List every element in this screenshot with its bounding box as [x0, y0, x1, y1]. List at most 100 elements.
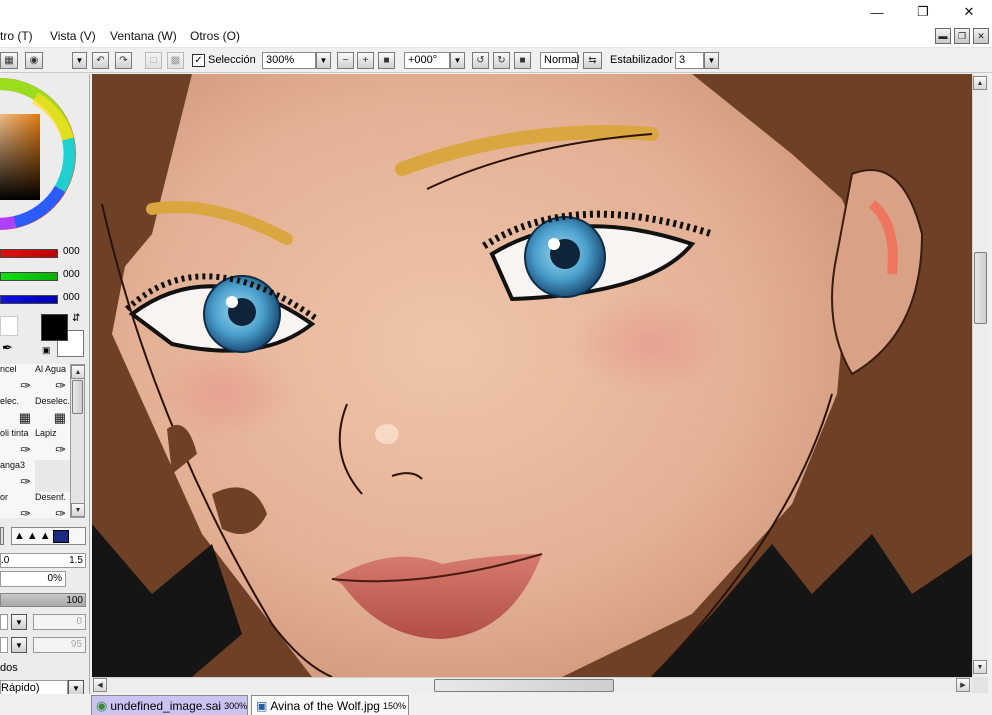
tool-scroll-thumb[interactable] — [72, 380, 83, 414]
menu-otros[interactable]: Otros (O) — [190, 29, 240, 43]
tab-zoom: 150% — [382, 700, 406, 711]
green-slider[interactable]: 000 — [0, 269, 86, 283]
selection-toggle[interactable]: ✓ Selección — [192, 52, 256, 69]
green-slider-bar[interactable] — [0, 272, 58, 281]
tool-manga-pen[interactable]: anga3 ✑ — [0, 460, 35, 492]
stabilizer-field[interactable]: 3 — [675, 52, 704, 69]
mdi-restore-button[interactable]: ❐ — [954, 28, 970, 44]
scroll-up-button[interactable]: ▲ — [71, 365, 85, 379]
redo-button[interactable]: ↷ — [115, 52, 132, 69]
reset-colors-icon[interactable]: ▣ — [42, 345, 51, 356]
option-a-dropdown[interactable]: ▼ — [11, 614, 27, 630]
tool-empty-slot[interactable] — [35, 460, 70, 492]
foreground-color-swatch[interactable] — [41, 314, 68, 341]
zoom-reset-button[interactable]: ■ — [378, 52, 395, 69]
tool-lapiz[interactable]: Lapiz ✑ — [35, 428, 70, 460]
menu-vista[interactable]: Vista (V) — [50, 29, 96, 43]
rotate-right-icon: ↻ — [497, 55, 506, 66]
rotation-reset-button[interactable]: ■ — [514, 52, 531, 69]
chevron-down-icon: ▼ — [707, 56, 716, 65]
scroll-corner — [972, 677, 988, 693]
tool-label: Desenf. — [35, 492, 67, 502]
zoom-in-button[interactable]: + — [357, 52, 374, 69]
blue-slider[interactable]: 000 — [0, 292, 86, 306]
tool-ink-pen[interactable]: oli tinta ✑ — [0, 428, 35, 460]
option-b-dropdown[interactable]: ▼ — [11, 637, 27, 653]
tool-water-brush[interactable]: Al Agua ✑ — [35, 364, 70, 396]
color-swatch-slot[interactable] — [0, 316, 18, 336]
blend-mode-field[interactable]: Normal — [540, 52, 579, 69]
option-b-field[interactable] — [0, 637, 8, 653]
close-button[interactable]: ✕ — [946, 0, 992, 24]
eyedropper-icon[interactable]: ✒ — [2, 340, 13, 356]
tool-label: ncel — [0, 364, 17, 374]
minimize-button[interactable]: — — [854, 0, 900, 24]
drawing-canvas[interactable] — [92, 74, 972, 677]
close-icon: ✕ — [963, 4, 975, 19]
scroll-down-button[interactable]: ▼ — [71, 503, 85, 517]
selection-checkbox[interactable]: ✓ — [192, 54, 205, 67]
tool-select[interactable]: elec. ▦ — [0, 396, 35, 428]
tab-zoom: 300% — [224, 700, 248, 711]
mdi-close-button[interactable]: ✕ — [973, 28, 989, 44]
menu-bar: tro (T) Vista (V) Ventana (W) Otros (O) — [0, 24, 992, 48]
tab-name: Avina of the Wolf.jpg — [270, 698, 380, 713]
red-slider[interactable]: 000 — [0, 246, 86, 260]
invert-selection-button[interactable]: ▩ — [167, 52, 184, 69]
tool-mode-button[interactable]: ▦ — [0, 52, 18, 69]
scroll-up-button[interactable]: ▲ — [973, 76, 987, 90]
rotate-left-button[interactable]: ↺ — [472, 52, 489, 69]
tool-pencil[interactable]: ncel ✑ — [0, 364, 35, 396]
tool-blur[interactable]: Desenf. ✑ — [35, 492, 70, 524]
menu-ventana[interactable]: Ventana (W) — [110, 29, 177, 43]
brush-shape-square-icon[interactable] — [52, 529, 69, 543]
rotate-right-button[interactable]: ↻ — [493, 52, 510, 69]
color-wheel[interactable] — [0, 74, 80, 234]
flip-button[interactable]: ⇆ — [583, 52, 602, 69]
option-a-value[interactable]: 0 — [33, 614, 86, 630]
horizontal-scrollbar[interactable]: ◀ ▶ — [92, 677, 972, 693]
scroll-down-button[interactable]: ▼ — [973, 660, 987, 674]
tool-deselect[interactable]: Deselec. ▦ — [35, 396, 70, 428]
menu-filtro[interactable]: tro (T) — [0, 29, 33, 43]
vertical-scroll-thumb[interactable] — [974, 252, 987, 324]
brush-shape-selector[interactable]: ▲ ▲ ▲ — [11, 527, 86, 545]
option-b-value[interactable]: 95 — [33, 637, 86, 653]
deselect-button[interactable]: □ — [145, 52, 162, 69]
blue-slider-bar[interactable] — [0, 295, 58, 304]
opacity-slider[interactable]: 100 — [0, 593, 86, 607]
brush-shape-hard-icon[interactable]: ▲ — [40, 530, 51, 542]
swap-colors-icon[interactable]: ⇵ — [72, 313, 80, 324]
flip-icon: ⇆ — [588, 55, 597, 66]
brush-shape-soft-icon[interactable]: ▲ — [14, 530, 25, 542]
canvas-artwork[interactable] — [92, 74, 972, 677]
stabilizer-dropdown[interactable]: ▼ — [704, 52, 719, 69]
tab-avina-of-the-wolf[interactable]: ▣ Avina of the Wolf.jpg 150% — [251, 695, 409, 715]
vertical-scrollbar[interactable]: ▲ ▼ — [972, 74, 988, 677]
palette-button[interactable]: ◉ — [25, 52, 43, 69]
zoom-out-button[interactable]: − — [337, 52, 354, 69]
brush-size-max: 1.5 — [69, 555, 83, 566]
selection-label: Selección — [208, 54, 256, 66]
panel-dropdown[interactable]: ▼ — [72, 52, 87, 69]
red-slider-bar[interactable] — [0, 249, 58, 258]
tab-undefined-image[interactable]: ◉ undefined_image.sai 300% — [91, 695, 248, 715]
option-a-field[interactable] — [0, 614, 8, 630]
horizontal-scroll-thumb[interactable] — [434, 679, 614, 692]
brush-shape-edge[interactable] — [0, 527, 4, 545]
tool-scrollbar[interactable]: ▲ ▼ — [70, 364, 85, 518]
brush-size-field[interactable]: .0 1.5 — [0, 553, 86, 568]
chevron-right-icon: ▶ — [960, 682, 966, 689]
zoom-field[interactable]: 300% — [262, 52, 316, 69]
tool-eraser[interactable]: or ✑ — [0, 492, 35, 524]
zoom-dropdown[interactable]: ▼ — [316, 52, 331, 69]
density-field[interactable]: 0% — [0, 571, 66, 587]
mdi-minimize-button[interactable]: ▬ — [935, 28, 951, 44]
restore-button[interactable]: ❐ — [900, 0, 946, 24]
undo-button[interactable]: ↶ — [92, 52, 109, 69]
brush-shape-medium-icon[interactable]: ▲ — [27, 530, 38, 542]
scroll-right-button[interactable]: ▶ — [956, 678, 970, 692]
rotation-dropdown[interactable]: ▼ — [450, 52, 465, 69]
rotation-field[interactable]: +000° — [404, 52, 450, 69]
scroll-left-button[interactable]: ◀ — [93, 678, 107, 692]
